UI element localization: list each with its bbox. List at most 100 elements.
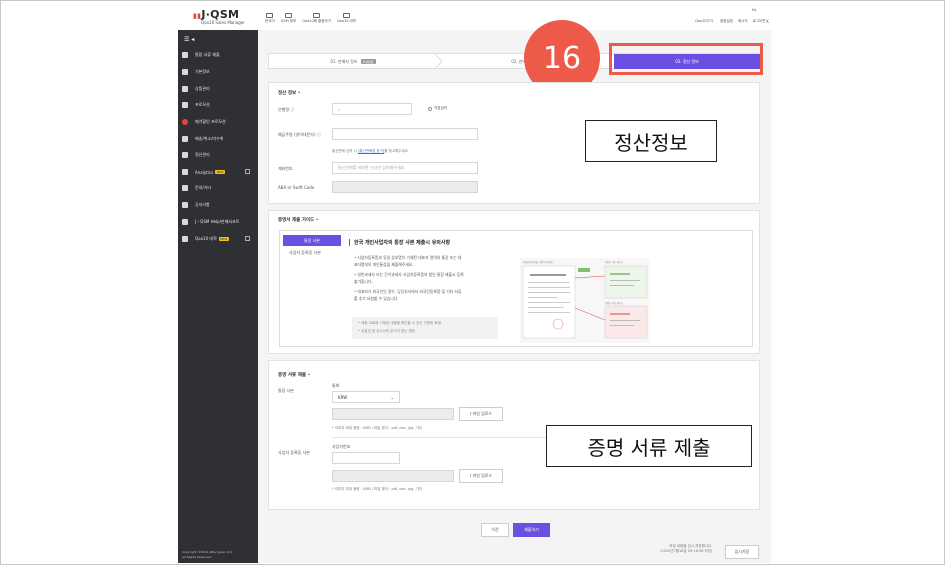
info-icon: ⓘ bbox=[316, 132, 321, 137]
close-icon[interactable]: X bbox=[766, 19, 769, 24]
sidebar-item-analytics[interactable]: Analytics NEW bbox=[182, 167, 254, 177]
school-icon bbox=[342, 13, 350, 18]
settlement-title: 정산 정보 • bbox=[278, 91, 301, 96]
notification-settings-link[interactable]: 알림설정 bbox=[720, 19, 733, 24]
sidebar-item-notice[interactable]: 공지사항 bbox=[182, 200, 254, 210]
guide-line: • 일반과세자 또는 간이과세자 사업자등록증의 법인 통장 제출시 등록 bbox=[354, 272, 464, 277]
documents-title: 증명 서류 제출 • bbox=[278, 373, 311, 378]
direct-input-radio[interactable]: 직접입력 bbox=[428, 106, 447, 111]
document-icon bbox=[182, 52, 188, 58]
p-badge-icon bbox=[182, 119, 188, 125]
submit-button[interactable]: 제출하기 bbox=[513, 523, 550, 537]
flag-icon bbox=[266, 13, 274, 18]
sidebar-item-basic-info[interactable]: 기본정보 bbox=[182, 67, 254, 77]
bank-copy-file-field[interactable] bbox=[332, 408, 454, 420]
guide-note: • 유효성 및 유사서의 분석이 없는 원본 bbox=[358, 329, 416, 333]
guide-line: 표자명의의 개인통장을 제출해주세요. bbox=[354, 262, 414, 267]
bank-search-input[interactable]: ⌕ bbox=[332, 103, 412, 115]
step-seller-info[interactable]: 01. 판매자 정보 작성완료 bbox=[269, 54, 437, 69]
menu-toggle-icon[interactable]: ☰ ◂ bbox=[184, 36, 194, 43]
user-id: NL bbox=[752, 8, 757, 12]
biz-upload-button[interactable]: ⭱ 파일 업로드 bbox=[459, 469, 503, 483]
guide-title: 증명서 제출 가이드 • bbox=[278, 218, 319, 223]
sidebar-item-shipping[interactable]: 배송/취소/미수취 bbox=[182, 134, 254, 144]
external-link-icon bbox=[245, 236, 250, 241]
box-icon bbox=[182, 86, 188, 92]
sidebar-item-mega-promotion[interactable]: 메가할인 프로모션 bbox=[182, 117, 254, 127]
currency-label: 통화 bbox=[332, 383, 340, 388]
callout-highlight-box bbox=[609, 43, 763, 75]
logout-link[interactable]: 로그아웃 bbox=[753, 19, 766, 24]
guide-line: 불가합니다. bbox=[354, 279, 373, 284]
bank-copy-upload-hint: * 이미지 최대 용량 : 5MB / 파일 형식 : pdf, doc, jp… bbox=[332, 426, 422, 430]
chart-icon bbox=[182, 169, 188, 175]
bank-copy-label: 통장 사본 bbox=[278, 388, 294, 393]
new-badge: NEW bbox=[218, 237, 229, 241]
prev-button[interactable]: 이전 bbox=[481, 523, 509, 537]
chevron-down-icon: ⌄ bbox=[390, 394, 394, 400]
biz-number-input[interactable] bbox=[332, 452, 400, 464]
store-icon bbox=[313, 13, 321, 18]
guide-tab-business-registration[interactable]: 사업자 등록증 사본 bbox=[289, 250, 321, 256]
holder-label: 예금주명 (영어대문자) ⓘ bbox=[278, 132, 321, 137]
biz-upload-hint: * 이미지 최대 용량 : 5MB / 파일 형식 : pdf, doc, jp… bbox=[332, 487, 422, 491]
temp-save-button[interactable]: 임시저장 bbox=[725, 545, 759, 559]
sidebar-item-help[interactable]: J・QSM Help/판매서포트 bbox=[182, 217, 254, 227]
autosave-note: 작성 내용을 임시 저장합니다. (2024년7월16일 09:16:58 저장… bbox=[660, 544, 713, 553]
callout-documents-label: 증명 서류 제출 bbox=[546, 425, 752, 467]
guide-box bbox=[279, 230, 753, 347]
money-icon bbox=[182, 152, 188, 158]
qsm-info-icon bbox=[284, 13, 292, 18]
guide-heading: 한국 개인사업자의 통장 사본 제출시 유의사항 bbox=[349, 239, 450, 246]
external-link-icon bbox=[245, 169, 250, 174]
sample-document-illustration bbox=[522, 265, 648, 339]
sidebar-item-documents[interactable]: 통합 서류 제출 bbox=[182, 50, 254, 60]
callout-settlement-label: 정산정보 bbox=[585, 120, 717, 162]
upload-icon: ⭱ bbox=[469, 410, 472, 416]
sample-caption: [통장 사본 예시] bbox=[605, 261, 623, 264]
bank-label: 은행명 ⓘ bbox=[278, 107, 295, 112]
top-right-links: 알림설정 메시지 로그아웃 bbox=[720, 19, 765, 24]
sidebar: ☰ ◂ 통합 서류 제출 기본정보 상품관리 프로모션 메가할인 프로모션 배송… bbox=[178, 30, 258, 563]
guide-line: • 대표자가 외국인인 경우, 당당부서에서 외국인등록증 및 기타 서류 bbox=[354, 289, 462, 294]
guide-note: • 제출 자료에 기재된 내용을 확인할 수 있는 선명한 화질 bbox=[358, 321, 441, 325]
biz-registration-label: 사업자 등록증 사본 bbox=[278, 450, 310, 455]
user-icon bbox=[182, 185, 188, 191]
speech-icon bbox=[182, 202, 188, 208]
biz-file-field[interactable] bbox=[332, 470, 454, 482]
sample-caption: [통장 사본 예시] bbox=[605, 302, 623, 305]
qoo10-link[interactable]: Qoo10가기 bbox=[695, 19, 713, 24]
gear-icon bbox=[182, 69, 188, 75]
bell-icon bbox=[182, 102, 188, 108]
sidebar-item-inquiry[interactable]: 문의/기타 bbox=[182, 183, 254, 193]
account-input[interactable]: 통신판매를 제외한 숫자만 입력해주세요 bbox=[332, 162, 478, 174]
jqsm-logo[interactable]: ▮▮J·QSM Qoo10 Sales Manager bbox=[193, 8, 245, 26]
swift-label: ABA or Swift Code bbox=[278, 185, 315, 190]
guide-note-box: • 제출 자료에 기재된 내용을 확인할 수 있는 선명한 화질 • 유효성 및… bbox=[352, 317, 498, 339]
holder-hint: 통신판매 입력 시 [통신판매업 표기]를 참고해주세요 bbox=[332, 149, 408, 153]
swift-input[interactable] bbox=[332, 181, 478, 193]
sidebar-item-products[interactable]: 상품관리 bbox=[182, 84, 254, 94]
guide-line: 를 추가 요청할 수 있습니다. bbox=[354, 296, 399, 301]
bank-copy-upload-button[interactable]: ⭱ 파일 업로드 bbox=[459, 407, 503, 421]
holder-input[interactable] bbox=[332, 128, 478, 140]
sidebar-copyright: Copyright ©2024 eBay Japan G.K. All Righ… bbox=[182, 550, 234, 559]
mail-order-link[interactable]: [통신판매업 표기] bbox=[358, 149, 384, 153]
top-nav-qsm-info[interactable]: QSM 정보 bbox=[281, 13, 296, 24]
top-nav-qoo10-university[interactable]: Qoo10 대학 bbox=[337, 13, 356, 24]
currency-select[interactable]: KRW ⌄ bbox=[332, 391, 400, 403]
info-icon: ⓘ bbox=[290, 107, 295, 112]
school-icon bbox=[182, 236, 188, 242]
search-icon: ⌕ bbox=[338, 106, 341, 112]
biz-number-label: 사업자번호 bbox=[332, 444, 351, 449]
message-link[interactable]: 메시지 bbox=[738, 19, 748, 24]
help-icon bbox=[182, 219, 188, 225]
guide-tab-bank-copy[interactable]: 통장 사본 bbox=[283, 235, 341, 246]
sidebar-item-settlement[interactable]: 정산관리 bbox=[182, 150, 254, 160]
sample-caption: [증빙자료제출 사업자등록증] bbox=[523, 261, 554, 264]
sidebar-item-qoo10-university[interactable]: Qoo10 대학 NEW bbox=[182, 234, 254, 244]
top-nav-open-store[interactable]: Qoo10에 출점하기 bbox=[302, 13, 331, 24]
truck-icon bbox=[182, 136, 188, 142]
top-nav-language[interactable]: 한국어 bbox=[265, 13, 275, 24]
sidebar-item-promotion[interactable]: 프로모션 bbox=[182, 100, 254, 110]
